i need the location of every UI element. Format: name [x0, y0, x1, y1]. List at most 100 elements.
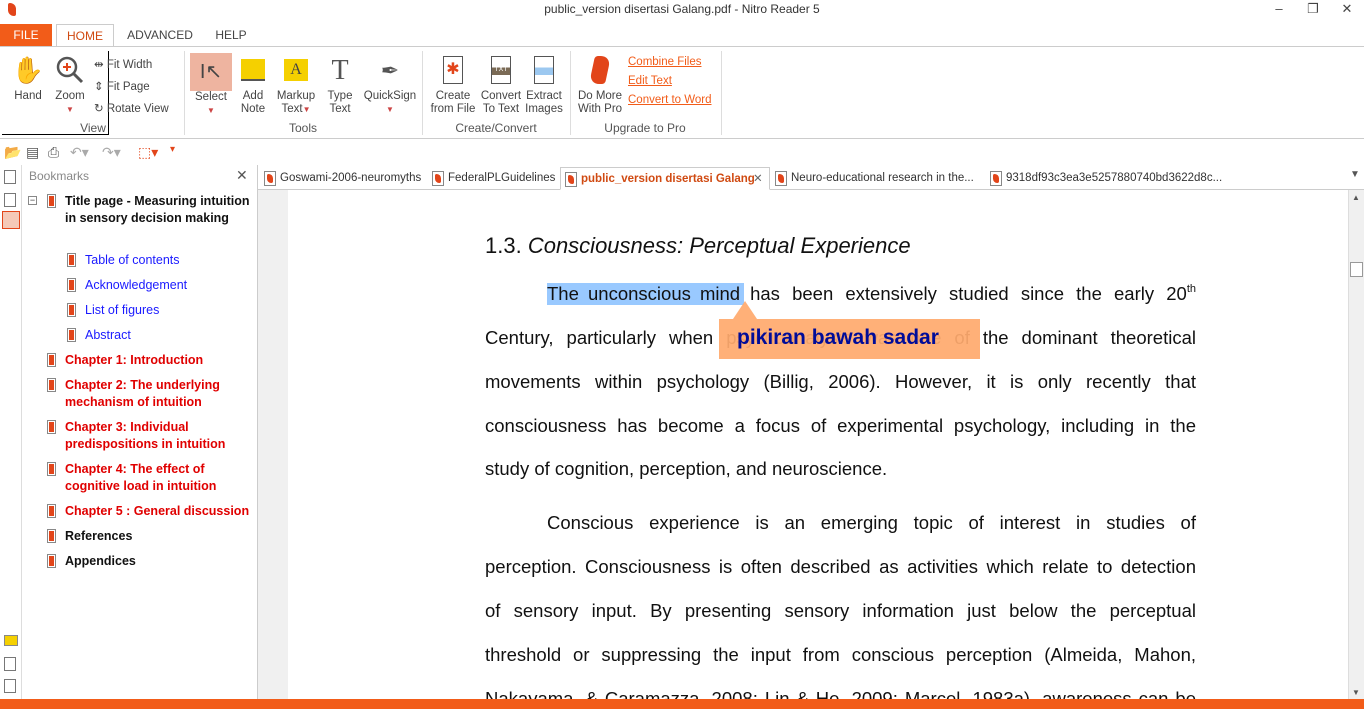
bookmark-icon [47, 462, 56, 476]
window-title: public_version disertasi Galang.pdf - Ni… [544, 2, 820, 16]
hand-icon: ✋ [11, 54, 45, 85]
section-heading: 1.3. Consciousness: Perceptual Experienc… [485, 233, 911, 258]
text-line: consciousness has become a focus of expe… [485, 415, 1196, 436]
close-button[interactable]: ✕ [1330, 0, 1364, 20]
bookmark-item[interactable]: Appendices [47, 553, 136, 570]
scroll-up-arrow[interactable]: ▲ [1352, 193, 1360, 202]
scroll-down-arrow[interactable]: ▼ [1352, 688, 1360, 697]
bookmark-icon [47, 504, 56, 518]
bookmarks-panel: Bookmarks ✕ − Title page - Measuring int… [22, 165, 258, 699]
bookmark-item[interactable]: Chapter 3: Individual predispositions in… [47, 419, 245, 453]
redo-icon[interactable]: ↷▾ [102, 144, 121, 161]
fit-width-icon: ⇹ [94, 59, 107, 71]
bookmark-item[interactable]: List of figures [67, 302, 159, 319]
markup-text-icon: A [274, 53, 318, 87]
print-icon[interactable]: ⎙ [48, 144, 59, 161]
text-line: study of cognition, perception, and neur… [485, 458, 888, 479]
bookmark-item[interactable]: Chapter 4: The effect of cognitive load … [47, 461, 235, 495]
title-bar: public_version disertasi Galang.pdf - Ni… [0, 0, 1364, 22]
text-line: of sensory input. By presenting sensory … [485, 600, 1196, 621]
comments-icon[interactable] [4, 635, 18, 646]
quick-access-toolbar: 📂 ▤ ⎙ ↶▾ ↷▾ ⬚▾ ▾ [0, 140, 1364, 165]
bookmark-icon [47, 353, 56, 367]
save-icon[interactable]: ▤ [26, 144, 39, 161]
note-icon [234, 53, 272, 87]
translation-tooltip: pikiran bawah sadar [719, 301, 980, 359]
pen-signature-icon: ✒ [380, 57, 400, 83]
convert-to-text-button[interactable]: TXT Convert To Text [478, 53, 524, 116]
rotate-view-button[interactable]: ↻ Rotate View [94, 101, 169, 115]
combine-files-link[interactable]: Combine Files [628, 56, 702, 68]
select-tool-icon[interactable]: ⬚▾ [138, 144, 158, 161]
bookmark-item[interactable]: Chapter 1: Introduction [47, 352, 255, 369]
tab-help[interactable]: HELP [208, 24, 254, 48]
tools-group-label: Tools [288, 121, 317, 135]
scroll-thumb[interactable] [1350, 262, 1363, 277]
bookmark-item[interactable]: Abstract [67, 327, 131, 344]
doc-tab[interactable]: Goswami-2006-neuromyths [260, 167, 421, 190]
select-button[interactable]: I↖ Select ▼ [190, 53, 232, 117]
customize-toolbar-icon[interactable]: ▾ [170, 144, 175, 155]
selected-text[interactable]: The unconscious mind [547, 283, 745, 305]
side-panel-strip [0, 165, 22, 699]
bookmark-item[interactable]: Chapter 5 : General discussion [47, 503, 257, 520]
type-text-icon: T [331, 54, 349, 86]
bookmark-item[interactable]: Title page - Measuring intuition in sens… [47, 193, 255, 227]
search-pages-icon[interactable] [4, 193, 16, 207]
bookmarks-panel-icon[interactable] [2, 211, 20, 229]
markup-text-button[interactable]: A Markup Text▼ [274, 53, 318, 116]
text-line: The unconscious mind has been extensively… [547, 283, 1196, 305]
text-line: perception. Consciousness is often descr… [485, 556, 1196, 577]
convert-txt-icon: TXT [478, 53, 524, 87]
doc-tab[interactable]: Neuro-educational research in the... [771, 167, 974, 190]
pdf-icon [775, 171, 787, 186]
doc-tab-active[interactable]: public_version disertasi Galang ✕ [560, 167, 770, 190]
bookmark-item[interactable]: Acknowledgement [67, 277, 187, 294]
add-note-button[interactable]: Add Note [234, 53, 272, 116]
quicksign-button[interactable]: ✒ QuickSign ▼ [362, 53, 418, 116]
open-folder-icon[interactable]: 📂 [4, 144, 21, 161]
convert-to-word-link[interactable]: Convert to Word [628, 94, 712, 106]
ribbon: ✋ Hand Zoom ▼ ⇹ Fit Width ⇕ Fit Page ↻ Rot… [0, 46, 1364, 139]
bookmark-icon [47, 554, 56, 568]
bookmarks-title: Bookmarks [29, 169, 90, 183]
status-bar [0, 699, 1364, 709]
tooltip-pointer [733, 301, 757, 319]
doc-tab[interactable]: 9318df93c3ea3e5257880740bd3622d8c... [986, 167, 1222, 190]
pages-icon[interactable] [4, 170, 16, 184]
zoom-button[interactable]: Zoom ▼ [50, 53, 90, 116]
tab-advanced[interactable]: ADVANCED [122, 24, 198, 48]
collapse-icon[interactable]: − [28, 196, 37, 205]
type-text-button[interactable]: T Type Text [320, 53, 360, 116]
hand-button[interactable]: ✋ Hand [8, 53, 48, 103]
undo-icon[interactable]: ↶▾ [70, 144, 89, 161]
zoom-icon [50, 53, 90, 87]
close-tab-icon[interactable]: ✕ [753, 168, 763, 190]
close-panel-button[interactable]: ✕ [236, 167, 248, 184]
create-from-file-button[interactable]: ✱ Create from File [428, 53, 478, 116]
tab-list-dropdown[interactable]: ▼ [1350, 169, 1360, 180]
doc-tab[interactable]: FederalPLGuidelines [428, 167, 555, 190]
pdf-page [288, 190, 1348, 699]
ribbon-tabs: FILE HOME ADVANCED HELP [0, 22, 1364, 49]
bookmark-icon [67, 303, 76, 317]
select-cursor-icon: I↖ [190, 53, 232, 91]
edit-text-link[interactable]: Edit Text [628, 75, 672, 87]
do-more-with-pro-button[interactable]: Do More With Pro [575, 53, 625, 116]
nitro-pro-icon [575, 53, 625, 87]
minimize-button[interactable]: – [1262, 0, 1296, 20]
fit-page-button[interactable]: ⇕ Fit Page [94, 79, 150, 93]
bookmark-item[interactable]: Table of contents [67, 252, 180, 269]
fit-width-button[interactable]: ⇹ Fit Width [94, 57, 152, 71]
attachments-icon[interactable] [4, 657, 16, 671]
extract-images-button[interactable]: Extract Images [522, 53, 566, 116]
restore-button[interactable]: ❐ [1296, 0, 1330, 20]
bookmark-item[interactable]: Chapter 2: The underlying mechanism of i… [47, 377, 240, 411]
tab-file[interactable]: FILE [0, 24, 52, 48]
create-file-icon: ✱ [428, 53, 478, 87]
bookmark-icon [67, 328, 76, 342]
bookmark-item[interactable]: References [47, 528, 132, 545]
output-icon[interactable] [4, 679, 16, 693]
bookmark-icon [47, 194, 56, 208]
vertical-scrollbar[interactable]: ▲ ▼ [1348, 190, 1364, 699]
